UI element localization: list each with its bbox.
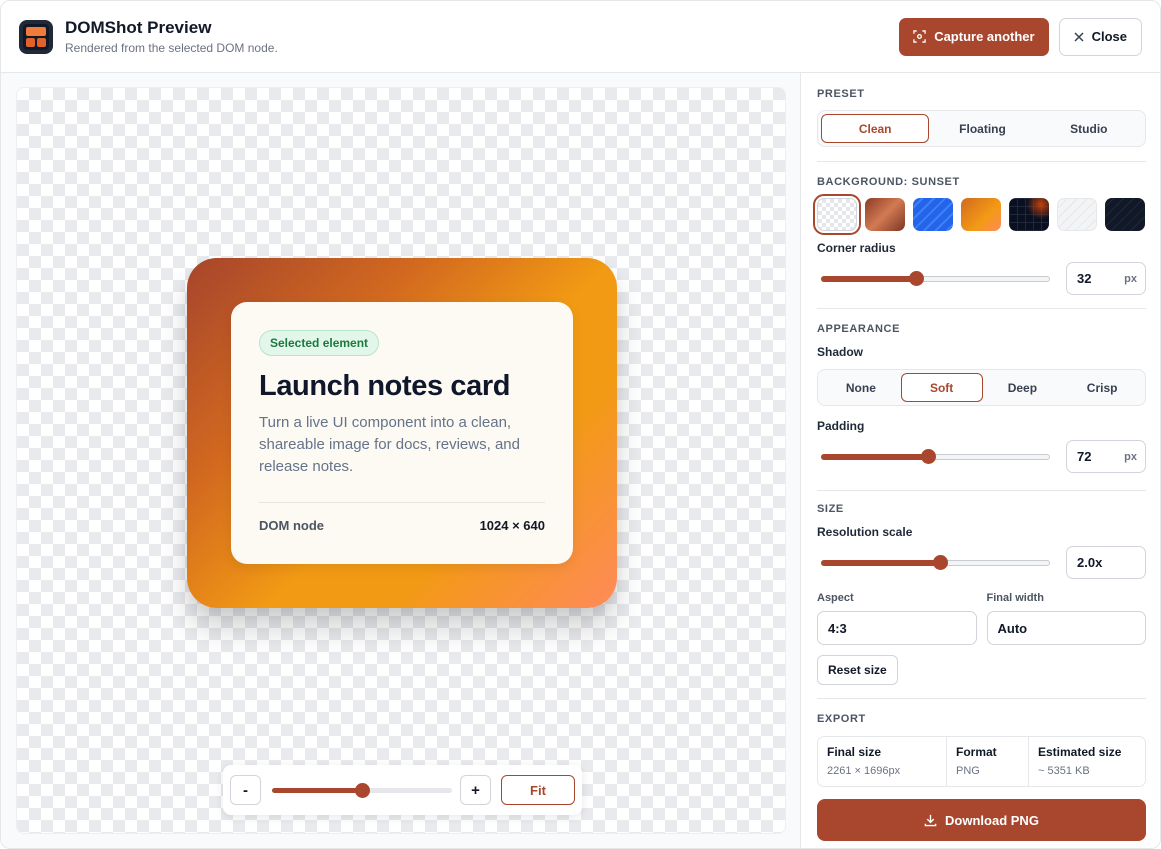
divider <box>817 308 1146 309</box>
app-logo-icon <box>19 19 53 54</box>
aspect-input[interactable]: 4:3 <box>817 611 977 645</box>
padding-input[interactable]: 72 px <box>1066 440 1146 473</box>
header: DOMShot Preview Rendered from the select… <box>1 1 1160 73</box>
padding-unit: px <box>1124 450 1137 463</box>
preview-card: Selected element Launch notes card Turn … <box>231 302 573 564</box>
card-footer-key: DOM node <box>259 518 324 533</box>
preview-canvas: Selected element Launch notes card Turn … <box>16 87 786 834</box>
divider <box>817 698 1146 699</box>
capture-icon <box>913 30 926 43</box>
close-icon <box>1074 31 1084 42</box>
download-png-button[interactable]: Download PNG <box>817 799 1146 841</box>
size-section-label: SIZE <box>817 503 844 515</box>
estimated-size-label: Estimated size <box>1038 745 1122 759</box>
format-value: PNG <box>956 765 980 777</box>
divider <box>817 490 1146 491</box>
app-title: DOMShot Preview <box>65 18 212 37</box>
app-subtitle: Rendered from the selected DOM node. <box>65 41 278 55</box>
reset-size-button[interactable]: Reset size <box>817 655 898 685</box>
card-title: Launch notes card <box>259 370 511 402</box>
appearance-section-label: APPEARANCE <box>817 323 901 335</box>
shadow-option-deep[interactable]: Deep <box>983 373 1063 402</box>
swatch-light-lines[interactable] <box>1057 198 1097 231</box>
format-label: Format <box>956 745 997 759</box>
shadow-option-crisp[interactable]: Crisp <box>1062 373 1142 402</box>
preview-window: DOMShot Preview Rendered from the select… <box>0 0 1161 849</box>
shadow-option-none[interactable]: None <box>821 373 901 402</box>
format-cell: Format PNG <box>947 737 1029 786</box>
zoom-slider[interactable] <box>272 780 452 800</box>
resolution-input[interactable]: 2.0x <box>1066 546 1146 579</box>
capture-another-button[interactable]: Capture another <box>899 17 1049 56</box>
zoom-out-button[interactable]: - <box>230 775 261 805</box>
swatch-grid-dark[interactable] <box>1009 198 1049 231</box>
card-description: Turn a live UI component into a clean, s… <box>259 414 520 475</box>
zoom-toolbar: - + Fit <box>223 765 582 815</box>
final-size-cell: Final size 2261 × 1696px <box>818 737 947 786</box>
close-label: Close <box>1091 29 1127 44</box>
corner-radius-unit: px <box>1124 272 1137 285</box>
canvas-area: Selected element Launch notes card Turn … <box>1 73 800 848</box>
aspect-field: Aspect 4:3 <box>817 592 977 645</box>
final-width-label: Final width <box>986 592 1044 604</box>
zoom-slider-thumb[interactable] <box>355 783 370 798</box>
estimated-size-value: ~ 5351 KB <box>1038 765 1090 777</box>
download-icon <box>924 814 937 826</box>
padding-row: 72 px <box>817 440 1146 473</box>
resolution-label: Resolution scale <box>817 525 913 539</box>
swatch-transparent[interactable] <box>813 194 861 235</box>
padding-label: Padding <box>817 419 865 433</box>
resolution-slider[interactable] <box>817 553 1058 573</box>
resolution-row: 2.0x <box>817 546 1146 579</box>
resolution-thumb[interactable] <box>932 554 948 570</box>
divider <box>817 161 1146 162</box>
swatch-sunset[interactable] <box>961 198 1001 231</box>
padding-value: 72 <box>1077 449 1092 464</box>
export-section-label: EXPORT <box>817 713 866 725</box>
fit-button[interactable]: Fit <box>501 775 575 805</box>
swatch-blue[interactable] <box>913 198 953 231</box>
card-divider <box>259 502 545 503</box>
preset-section-label: PRESET <box>817 88 865 100</box>
capture-another-label: Capture another <box>934 29 1035 44</box>
zoom-in-button[interactable]: + <box>460 775 491 805</box>
estimated-size-cell: Estimated size ~ 5351 KB <box>1029 737 1145 786</box>
corner-radius-slider[interactable] <box>817 269 1058 289</box>
corner-radius-value: 32 <box>1077 271 1092 286</box>
background-swatches <box>813 194 1146 235</box>
preset-option-floating[interactable]: Floating <box>929 114 1035 143</box>
preset-selector: Clean Floating Studio <box>817 110 1146 147</box>
final-width-field: Final width Auto <box>986 592 1146 645</box>
preset-option-studio[interactable]: Studio <box>1036 114 1142 143</box>
export-summary: Final size 2261 × 1696px Format PNG Esti… <box>817 736 1146 787</box>
preview-background-frame: Selected element Launch notes card Turn … <box>187 258 617 608</box>
background-section-label: BACKGROUND: SUNSET <box>817 176 960 188</box>
header-actions: Capture another Close <box>899 17 1142 56</box>
final-size-label: Final size <box>827 745 882 759</box>
final-width-input[interactable]: Auto <box>986 611 1146 645</box>
resolution-value: 2.0x <box>1077 555 1103 570</box>
padding-thumb[interactable] <box>920 448 936 464</box>
close-button[interactable]: Close <box>1058 17 1142 56</box>
shadow-label: Shadow <box>817 345 864 359</box>
selected-element-badge: Selected element <box>259 330 380 356</box>
final-size-value: 2261 × 1696px <box>827 765 901 777</box>
shadow-option-soft[interactable]: Soft <box>900 373 983 402</box>
settings-panel: PRESET Clean Floating Studio BACKGROUND:… <box>800 73 1160 848</box>
padding-slider[interactable] <box>817 447 1058 467</box>
card-footer: DOM node 1024 × 640 <box>259 518 545 533</box>
aspect-label: Aspect <box>817 592 854 604</box>
corner-radius-input[interactable]: 32 px <box>1066 262 1146 295</box>
shadow-selector: None Soft Deep Crisp <box>817 369 1146 406</box>
preset-option-clean[interactable]: Clean <box>821 114 930 143</box>
swatch-copper[interactable] <box>865 198 905 231</box>
corner-radius-thumb[interactable] <box>908 270 924 286</box>
card-footer-value: 1024 × 640 <box>479 518 545 533</box>
title-block: DOMShot Preview Rendered from the select… <box>65 18 278 55</box>
swatch-dark-lines[interactable] <box>1105 198 1145 231</box>
download-png-label: Download PNG <box>945 812 1039 828</box>
aspect-width-row: Aspect 4:3 Final width Auto <box>817 592 1146 645</box>
corner-radius-label: Corner radius <box>817 241 896 255</box>
corner-radius-row: 32 px <box>817 262 1146 295</box>
